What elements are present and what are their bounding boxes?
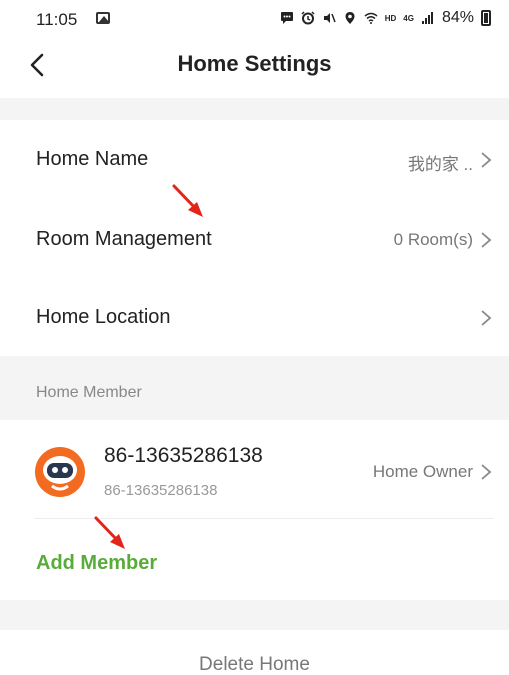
hd-indicator: HD xyxy=(384,13,397,23)
section-header-label: Home Member xyxy=(36,384,142,401)
section-spacer xyxy=(0,98,509,120)
battery-percent: 84% xyxy=(441,9,474,26)
home-name-label: Home Name xyxy=(36,148,149,170)
nav-bar: Home Settings xyxy=(0,38,509,98)
status-bar: 11:05 HD 4G 84% xyxy=(0,0,509,38)
location-icon xyxy=(345,12,355,24)
add-member-button[interactable]: Add Member xyxy=(36,552,157,575)
room-count-value: 0 Room(s) xyxy=(393,230,473,249)
home-member-section-header: Home Member xyxy=(0,356,509,420)
member-account: 86-13635286138 xyxy=(104,482,218,499)
status-time: 11:05 xyxy=(36,10,78,29)
room-management-row[interactable]: Room Management 0 Room(s) xyxy=(0,200,509,280)
home-name-row[interactable]: Home Name 我的家 .. xyxy=(0,120,509,200)
avatar xyxy=(35,447,85,497)
home-location-label: Home Location xyxy=(36,306,171,328)
page-title: Home Settings xyxy=(177,51,332,76)
mute-icon xyxy=(323,13,336,23)
wifi-icon xyxy=(364,12,378,24)
annotation-arrow-icon xyxy=(172,184,203,217)
member-role: Home Owner xyxy=(372,462,473,481)
room-management-label: Room Management xyxy=(36,228,212,250)
section-spacer xyxy=(0,600,509,630)
photo-icon xyxy=(96,12,110,24)
network-indicator: 4G xyxy=(403,13,414,23)
delete-home-button[interactable]: Delete Home xyxy=(0,654,509,675)
annotation-arrow-icon xyxy=(94,516,125,549)
home-location-row[interactable]: Home Location xyxy=(0,278,509,358)
home-name-value: 我的家 .. xyxy=(407,155,473,174)
chevron-right-icon xyxy=(481,152,492,168)
chevron-right-icon xyxy=(481,464,492,480)
message-icon xyxy=(280,12,293,24)
member-name: 86-13635286138 xyxy=(104,444,263,467)
member-row-owner[interactable]: 86-13635286138 86-13635286138 Home Owner xyxy=(0,420,509,520)
status-icons: HD 4G 84% xyxy=(280,9,491,27)
chevron-right-icon xyxy=(481,232,492,248)
battery-icon xyxy=(481,10,491,26)
chevron-right-icon xyxy=(481,310,492,326)
signal-icon xyxy=(421,12,433,24)
alarm-icon xyxy=(301,11,315,25)
